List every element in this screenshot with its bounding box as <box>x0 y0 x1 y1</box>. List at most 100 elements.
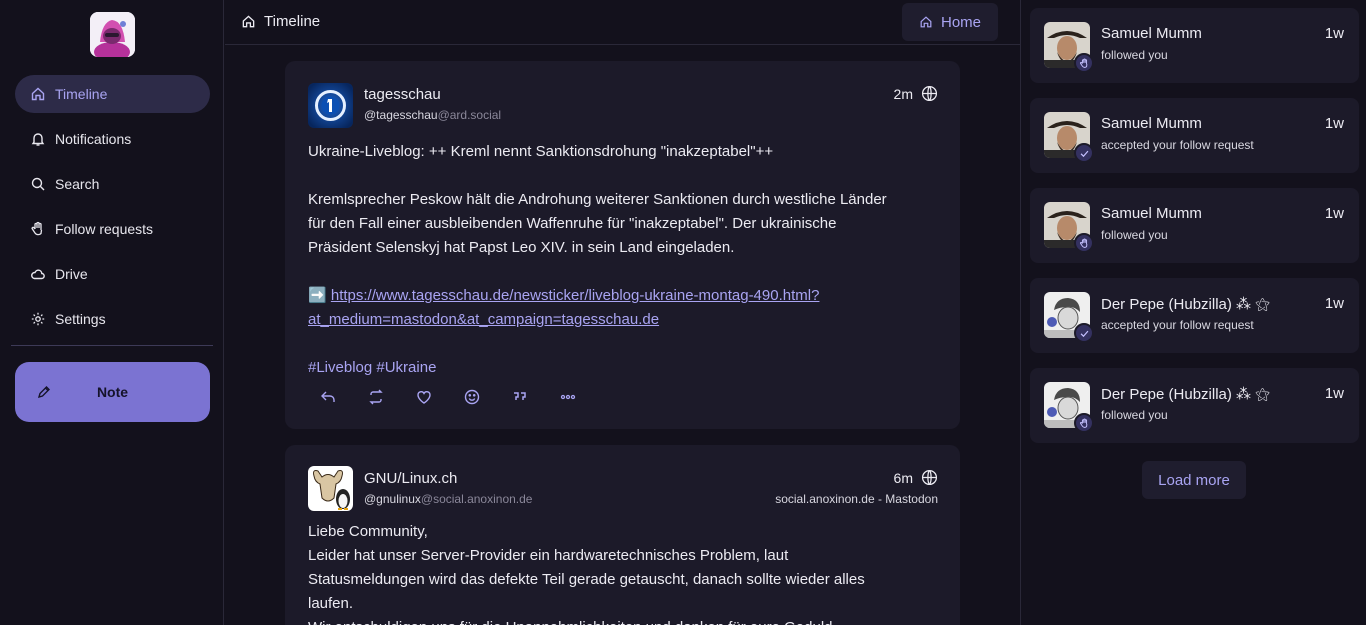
load-more-button[interactable]: Load more <box>1142 461 1246 499</box>
note-label: Note <box>96 384 129 400</box>
notification-user: Samuel Mumm <box>1101 25 1202 42</box>
hand-wave-icon <box>1074 413 1094 433</box>
gear-icon <box>30 311 46 327</box>
bell-icon <box>30 131 46 147</box>
page-title: Timeline <box>241 13 320 30</box>
notification-item[interactable]: Samuel Mumm accepted your follow request… <box>1030 98 1359 173</box>
author-name[interactable]: GNU/Linux.ch <box>364 470 457 487</box>
hashtags[interactable]: #Liveblog #Ukraine <box>308 356 938 380</box>
instance-label[interactable]: social.anoxinon.de - Mastodon <box>775 492 938 506</box>
avatar[interactable] <box>308 83 353 128</box>
home-icon <box>30 86 46 102</box>
notification-time: 1w <box>1324 115 1344 132</box>
handle-user: @gnulinux <box>364 492 421 506</box>
nav-item-notifications[interactable]: Notifications <box>15 120 210 158</box>
post-line: Kremlsprecher Peskow hält die Androhung … <box>308 191 887 208</box>
arrow-emoji: ➡️ <box>308 287 331 304</box>
notification-user: Samuel Mumm <box>1101 115 1202 132</box>
post-line: Ukraine-Liveblog: ++ Kreml nennt Sanktio… <box>308 143 774 160</box>
notification-text: followed you <box>1101 48 1168 62</box>
handle-host: @ard.social <box>437 108 502 122</box>
nav-label: Settings <box>55 311 106 327</box>
post-line: laufen. <box>308 595 354 612</box>
notification-user: Der Pepe (Hubzilla) ⁂ ⚝ <box>1101 296 1270 313</box>
more-icon[interactable] <box>559 388 577 406</box>
notification-text: followed you <box>1101 228 1168 242</box>
post-line: Liebe Community, <box>308 523 428 540</box>
nav-item-follow-requests[interactable]: Follow requests <box>15 210 210 248</box>
sidebar-divider <box>11 345 213 346</box>
note-button[interactable]: Note <box>15 362 210 422</box>
author-handle[interactable]: @tagesschau@ard.social <box>364 108 501 122</box>
home-tab-button[interactable]: Home <box>902 3 998 41</box>
reaction-icon[interactable] <box>463 388 481 406</box>
post-line: Statusmeldungen wird das defekte Teil ge… <box>308 571 865 588</box>
notification-item[interactable]: Samuel Mumm followed you 1w <box>1030 188 1359 263</box>
post-card: GNU/Linux.ch @gnulinux@social.anoxinon.d… <box>285 445 960 625</box>
notification-user: Der Pepe (Hubzilla) ⁂ ⚝ <box>1101 386 1270 403</box>
avatar[interactable] <box>308 466 353 511</box>
post-link[interactable]: https://www.tagesschau.de/newsticker/liv… <box>331 287 820 304</box>
globe-icon <box>921 469 938 486</box>
sidebar: Timeline Notifications Search Follow req… <box>0 0 224 625</box>
author-name[interactable]: tagesschau <box>364 86 441 103</box>
notification-text: accepted your follow request <box>1101 138 1254 152</box>
page-header: Timeline Home <box>225 0 1020 45</box>
heart-icon[interactable] <box>415 388 433 406</box>
app-logo[interactable] <box>90 12 135 57</box>
nav-label: Notifications <box>55 131 132 147</box>
notification-text: followed you <box>1101 408 1168 422</box>
nav-label: Timeline <box>55 86 108 102</box>
home-icon <box>920 16 932 28</box>
notification-item[interactable]: Der Pepe (Hubzilla) ⁂ ⚝ followed you 1w <box>1030 368 1359 443</box>
page-title-text: Timeline <box>264 13 321 30</box>
hand-wave-icon <box>1074 53 1094 73</box>
nav-label: Search <box>55 176 100 192</box>
cloud-icon <box>30 266 46 282</box>
post-line: für den Fall einer ausbleibenden Waffenr… <box>308 215 837 232</box>
post-link[interactable]: at_medium=mastodon&at_campaign=tagesscha… <box>308 311 659 328</box>
hand-wave-icon <box>1074 233 1094 253</box>
notifications-panel: Samuel Mumm followed you 1w Samuel Mumm … <box>1020 0 1366 625</box>
reply-icon[interactable] <box>319 388 337 406</box>
post-card: tagesschau @tagesschau@ard.social 2m Ukr… <box>285 61 960 429</box>
post-actions <box>319 388 607 406</box>
post-line: Wir entschuldigen uns für die Unannehmli… <box>308 616 938 625</box>
nav-item-drive[interactable]: Drive <box>15 255 210 293</box>
search-icon <box>30 176 46 192</box>
notification-text: accepted your follow request <box>1101 318 1254 332</box>
main-nav: Timeline Notifications Search Follow req… <box>15 75 210 345</box>
quote-icon[interactable] <box>511 388 529 406</box>
post-time[interactable]: 2m <box>894 85 938 102</box>
hand-wave-icon <box>30 221 46 237</box>
notification-time: 1w <box>1324 25 1344 42</box>
renote-icon[interactable] <box>367 388 385 406</box>
post-time-text: 2m <box>893 85 913 102</box>
notification-time: 1w <box>1324 295 1344 312</box>
handle-user: @tagesschau <box>364 108 438 122</box>
nav-label: Drive <box>55 266 88 282</box>
nav-item-settings[interactable]: Settings <box>15 300 210 338</box>
notification-time: 1w <box>1324 205 1344 222</box>
home-icon <box>242 15 255 28</box>
globe-icon <box>921 85 938 102</box>
post-line: Präsident Selenskyj hat Papst Leo XIV. i… <box>308 239 735 256</box>
notification-item[interactable]: Samuel Mumm followed you 1w <box>1030 8 1359 83</box>
nav-label: Follow requests <box>55 221 154 237</box>
home-label: Home <box>940 13 981 31</box>
check-icon <box>1074 323 1094 343</box>
nav-item-search[interactable]: Search <box>15 165 210 203</box>
pencil-icon <box>37 385 51 399</box>
nav-item-timeline[interactable]: Timeline <box>15 75 210 113</box>
post-line: Leider hat unser Server-Provider ein har… <box>308 547 789 564</box>
handle-host: @social.anoxinon.de <box>420 492 533 506</box>
notification-time: 1w <box>1324 385 1344 402</box>
check-icon <box>1074 143 1094 163</box>
post-time-text: 6m <box>893 469 913 486</box>
author-handle[interactable]: @gnulinux@social.anoxinon.de <box>364 492 532 506</box>
post-content: Liebe Community, Leider hat unser Server… <box>308 520 938 625</box>
notification-item[interactable]: Der Pepe (Hubzilla) ⁂ ⚝ accepted your fo… <box>1030 278 1359 353</box>
post-content: Ukraine-Liveblog: ++ Kreml nennt Sanktio… <box>308 140 938 380</box>
post-time[interactable]: 6m <box>894 469 938 486</box>
notification-user: Samuel Mumm <box>1101 205 1202 222</box>
